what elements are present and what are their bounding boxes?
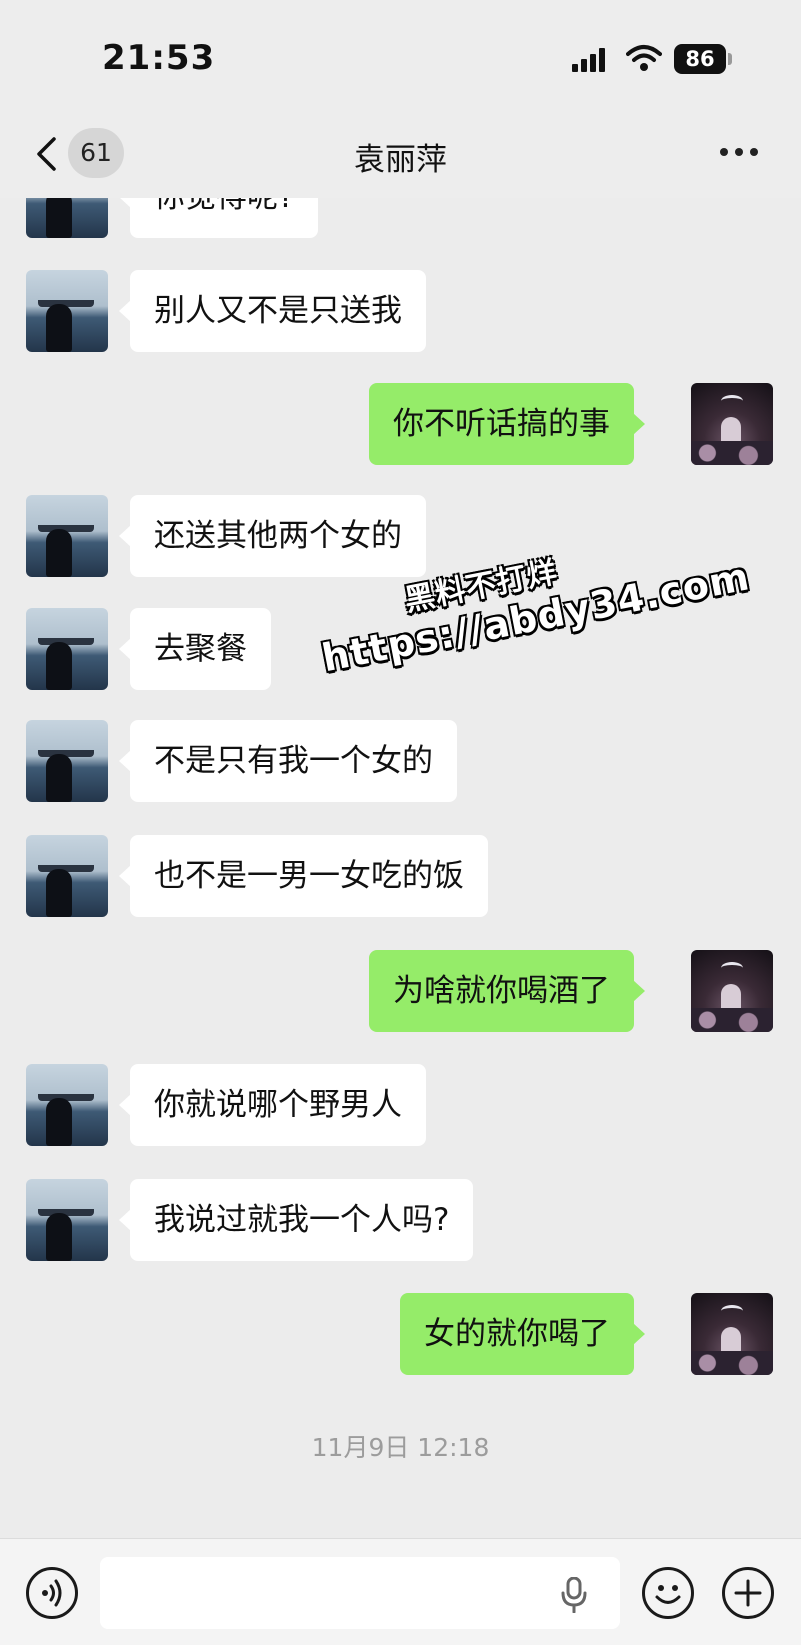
voice-icon[interactable] [26, 1567, 78, 1619]
message-bubble-sent[interactable]: 女的就你喝了 [400, 1293, 645, 1375]
my-avatar[interactable] [691, 383, 773, 465]
message-bubble-received[interactable]: 别人又不是只送我 [119, 270, 426, 352]
microphone-icon[interactable] [560, 1577, 588, 1613]
contact-name: 袁丽萍 [354, 142, 447, 178]
message-bubble-received[interactable]: 去聚餐 [119, 608, 271, 690]
emoji-icon[interactable] [642, 1567, 694, 1619]
message-bubble-received[interactable]: 你就说哪个野男人 [119, 1064, 426, 1146]
contact-avatar[interactable] [26, 608, 108, 690]
battery-indicator: 86 [674, 44, 726, 74]
my-avatar[interactable] [691, 950, 773, 1032]
contact-avatar[interactable] [26, 1179, 108, 1261]
message-timestamp: 11月9日 12:18 [311, 1433, 490, 1462]
chat-message-list[interactable]: 你觉得呢? 别人又不是只送我 你不听话搞的事 还送其他两个女的 去聚餐 不是只有… [0, 198, 801, 1538]
message-bubble-sent[interactable]: 你不听话搞的事 [369, 383, 645, 465]
signal-icon [572, 48, 605, 72]
my-avatar[interactable] [691, 1293, 773, 1375]
plus-icon[interactable] [722, 1567, 774, 1619]
message-bubble-received[interactable]: 也不是一男一女吃的饭 [119, 835, 488, 917]
status-bar: 21:53 86 [0, 0, 801, 110]
status-time: 21:53 [102, 38, 216, 78]
battery-tip [728, 53, 732, 65]
more-icon[interactable] [720, 148, 760, 160]
contact-avatar[interactable] [26, 835, 108, 917]
contact-avatar[interactable] [26, 270, 108, 352]
message-bubble-sent[interactable]: 为啥就你喝酒了 [369, 950, 645, 1032]
message-bubble-received[interactable]: 你觉得呢? [118, 198, 319, 238]
chat-header: 61 袁丽萍 [0, 110, 801, 198]
contact-avatar[interactable] [26, 495, 108, 577]
message-input-bar [0, 1538, 801, 1645]
message-input[interactable] [100, 1557, 620, 1629]
wifi-icon [626, 45, 662, 71]
message-bubble-received[interactable]: 不是只有我一个女的 [119, 720, 457, 802]
message-bubble-received[interactable]: 还送其他两个女的 [119, 495, 426, 577]
message-bubble-received[interactable]: 我说过就我一个人吗? [118, 1179, 474, 1261]
contact-avatar[interactable] [26, 1064, 108, 1146]
contact-avatar[interactable] [26, 720, 108, 802]
contact-avatar[interactable] [26, 198, 108, 238]
